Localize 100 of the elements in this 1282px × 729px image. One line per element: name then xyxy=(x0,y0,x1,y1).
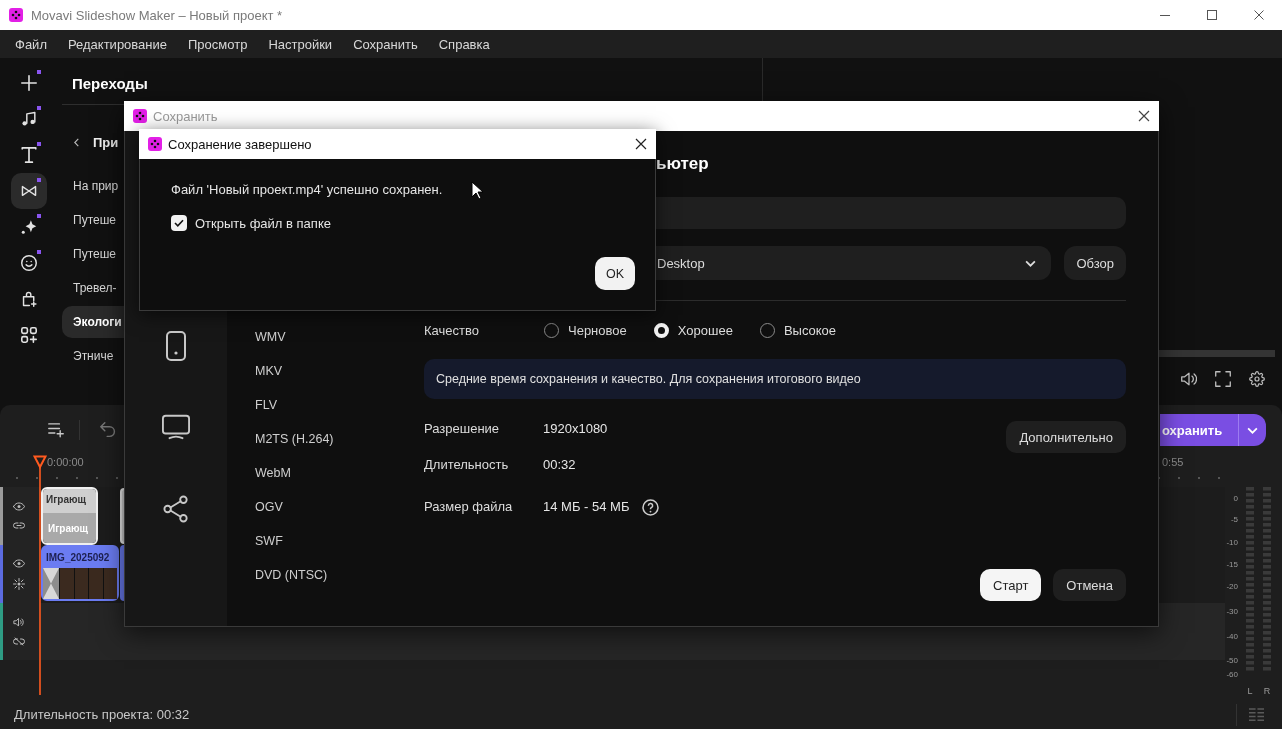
checkbox-label[interactable]: Открыть файл в папке xyxy=(195,215,331,231)
photo-placeholder xyxy=(88,568,103,599)
close-icon[interactable] xyxy=(635,138,647,150)
sidebar-button[interactable] xyxy=(11,173,47,209)
add-track-icon[interactable] xyxy=(48,422,64,438)
category-item[interactable]: На прир xyxy=(62,170,124,202)
menu-item[interactable]: Сохранить xyxy=(353,36,418,52)
save-button[interactable]: охранить xyxy=(1160,414,1238,446)
field-label: Качество xyxy=(424,322,480,338)
smiley-icon xyxy=(21,255,37,271)
cancel-button[interactable]: Отмена xyxy=(1053,569,1126,601)
undo-icon[interactable] xyxy=(100,422,116,438)
time-label: 0:55 xyxy=(1162,456,1184,468)
text-field[interactable] xyxy=(656,197,1126,229)
radio-label[interactable]: Хорошее xyxy=(677,322,733,338)
maximize-icon[interactable] xyxy=(1206,10,1217,20)
chevron-down-icon xyxy=(1247,426,1258,434)
checkbox[interactable] xyxy=(171,215,187,231)
radio-label[interactable]: Черновое xyxy=(568,322,627,338)
ok-button[interactable]: OK xyxy=(595,257,635,290)
sparkle-icon xyxy=(21,219,37,235)
clip-edge[interactable] xyxy=(120,545,124,601)
menu-item[interactable]: Настройки xyxy=(268,36,333,52)
advanced-button[interactable]: Дополнительно xyxy=(1006,421,1126,453)
eye-icon[interactable] xyxy=(12,502,25,511)
bars-icon[interactable] xyxy=(1248,707,1265,722)
chevron-left-icon[interactable] xyxy=(74,137,79,147)
format-item[interactable]: M2TS (H.264) xyxy=(255,422,334,456)
meter-scale-label: 0 xyxy=(1233,494,1238,504)
monitor-icon[interactable] xyxy=(162,414,190,440)
format-item[interactable]: FLV xyxy=(255,388,277,422)
meter-scale-label: -10 xyxy=(1226,538,1238,548)
meter-scale-label: -40 xyxy=(1226,632,1238,642)
property-label: Длительность xyxy=(424,457,510,473)
dialog-title: Сохранить xyxy=(153,108,218,124)
radio-label[interactable]: Высокое xyxy=(783,322,837,338)
meter-scale-label: -50 xyxy=(1226,656,1238,666)
checkmark-icon xyxy=(174,219,184,227)
meter-scale-label: -15 xyxy=(1226,560,1238,570)
folder-dropdown[interactable]: Desktop xyxy=(656,246,1052,280)
eye-icon[interactable] xyxy=(12,558,25,568)
meter-scale-label: -5 xyxy=(1230,515,1238,525)
dialog-title: Сохранение завершено xyxy=(168,136,312,152)
format-item[interactable]: OGV xyxy=(255,490,283,524)
chevron-down-icon xyxy=(1025,259,1037,267)
channel-label: R xyxy=(1263,686,1271,696)
category-title[interactable]: При xyxy=(93,134,119,150)
minimize-icon[interactable] xyxy=(1159,14,1170,16)
mouse-cursor-icon xyxy=(471,181,483,200)
clip-label: IMG_2025092 xyxy=(45,551,111,565)
window-title: Movavi Slideshow Maker – Новый проект * xyxy=(31,7,283,23)
bag-plus-icon xyxy=(21,291,37,307)
format-item[interactable]: MKV xyxy=(255,354,283,388)
format-item[interactable]: WebM xyxy=(255,456,291,490)
menu-item[interactable]: Просмотр xyxy=(188,36,248,52)
speaker-icon[interactable] xyxy=(12,617,25,627)
menu-item[interactable]: Файл xyxy=(15,36,47,52)
property-value: 1920x1080 xyxy=(543,421,608,437)
help-icon[interactable] xyxy=(642,498,660,516)
clip-edge[interactable] xyxy=(120,488,124,544)
clip-label: Играющ xyxy=(43,489,96,513)
menu-item[interactable]: Редактирование xyxy=(67,36,167,52)
grid-plus-icon xyxy=(21,327,37,343)
browse-button[interactable]: Обзор xyxy=(1064,246,1126,280)
category-item[interactable]: Путеше xyxy=(62,238,124,270)
message-text: Файл 'Новый проект.mp4' успешно сохранен. xyxy=(171,182,443,198)
property-label: Разрешение xyxy=(424,421,501,437)
info-banner: Средние время сохранения и качество. Для сохранения итогового видео xyxy=(424,359,1126,399)
category-item[interactable]: Этниче xyxy=(62,340,124,372)
format-item[interactable]: SWF xyxy=(255,524,283,558)
property-value: 00:32 xyxy=(543,457,576,473)
playhead[interactable] xyxy=(33,455,47,695)
broken-link-icon[interactable] xyxy=(12,636,25,646)
volume-icon[interactable] xyxy=(1181,371,1197,387)
property-value: 14 МБ - 54 МБ xyxy=(543,499,630,515)
settings-icon[interactable] xyxy=(1249,371,1265,387)
category-item[interactable]: Тревел- xyxy=(62,272,124,304)
music-note-icon xyxy=(21,111,37,127)
project-duration: Длительность проекта: 00:32 xyxy=(14,707,190,722)
link-icon[interactable] xyxy=(12,521,25,530)
share-icon[interactable] xyxy=(163,495,189,523)
seek-track[interactable] xyxy=(1159,350,1275,357)
save-options-button[interactable] xyxy=(1238,414,1266,446)
start-button[interactable]: Старт xyxy=(980,569,1042,601)
title-clip[interactable]: Играющ Играющ xyxy=(41,487,98,545)
bowtie-icon xyxy=(21,183,37,199)
burst-icon[interactable] xyxy=(12,577,25,590)
panel-title: Переходы xyxy=(72,75,148,92)
close-icon[interactable] xyxy=(1138,110,1150,122)
category-item[interactable]: Экологи xyxy=(62,306,124,338)
close-icon[interactable] xyxy=(1253,10,1264,20)
photo-placeholder xyxy=(59,568,74,599)
video-clip[interactable]: IMG_2025092 xyxy=(41,545,119,601)
phone-icon[interactable] xyxy=(166,331,186,361)
menu-item[interactable]: Справка xyxy=(438,36,490,52)
format-item[interactable]: WMV xyxy=(255,320,286,354)
fullscreen-icon[interactable] xyxy=(1215,371,1231,387)
text-icon xyxy=(21,147,37,163)
format-item[interactable]: DVD (NTSC) xyxy=(255,558,328,592)
category-item[interactable]: Путеше xyxy=(62,204,124,236)
